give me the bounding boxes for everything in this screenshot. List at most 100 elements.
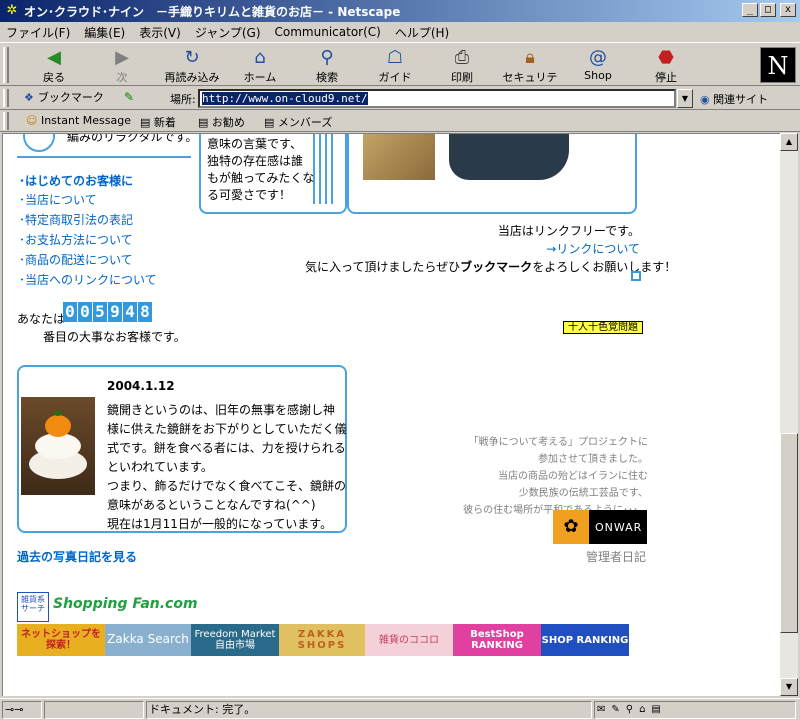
personal-grip[interactable]: [3, 112, 9, 130]
product-image-box: [347, 134, 637, 214]
visitor-label: あなたは: [17, 312, 66, 326]
scroll-down-button[interactable]: ▼: [780, 678, 798, 696]
freedom-market-banner[interactable]: Freedom Market 自由市場: [191, 624, 279, 656]
kilim-swatch-image: [363, 134, 435, 180]
page-icon: ▤: [198, 116, 209, 129]
menu-go[interactable]: ジャンプ(G): [195, 24, 261, 41]
forward-arrow-icon: ▶: [115, 47, 129, 68]
component-bar[interactable]: ✉✎⚲⌂▤: [594, 701, 796, 719]
personal-toolbar: ☺ Instant Message ▤ 新着 ▤ お勧め ▤ メンバーズ: [0, 110, 800, 132]
nav-link-about[interactable]: ･当店について: [19, 190, 157, 210]
location-toolbar: ❖ ブックマーク ✎ 場所: http://www.on-cloud9.net/…: [0, 86, 800, 110]
bookmark-icon: ❖: [24, 91, 34, 104]
kagami-mochi-photo: [21, 397, 95, 495]
zakka-kokoro-banner[interactable]: 雑貨のココロ: [365, 624, 453, 656]
visitor-suffix: 番目の大事なお客様です。: [43, 330, 186, 344]
url-input[interactable]: http://www.on-cloud9.net/: [198, 89, 676, 108]
admin-diary-link[interactable]: 管理者日記: [586, 548, 646, 565]
zakka-search-banner[interactable]: 雑貨系サーチ: [17, 592, 49, 622]
page-icon: ▤: [140, 116, 151, 129]
intro-text: 編みのリラクタルです。: [67, 133, 198, 144]
diary-text: 鏡開きというのは、旧年の無事を感謝し神 様に供えた鏡餅をお下がりとしていただく儀…: [107, 403, 347, 531]
banner-row: ネットショップを探索！ Zakka Search Freedom Market …: [17, 624, 629, 656]
maximize-button[interactable]: □: [760, 3, 776, 17]
shop-ranking-banner[interactable]: SHOP RANKING: [541, 624, 629, 656]
back-button[interactable]: ◀ 戻る: [24, 47, 84, 85]
title-bar: ✲ オン･クラウド･ナイン －手織りキリムと雑貨のお店－ - Netscape …: [0, 0, 800, 22]
navigation-toolbar: ◀ 戻る ▶ 次 ↻ 再読み込み ⌂ ホーム ⚲ 検索 ☖ ガイド ⎙ 印刷 🔒…: [0, 42, 800, 100]
nav-link-linking[interactable]: ･当店へのリンクについて: [19, 270, 157, 290]
toolbar-grip[interactable]: [3, 47, 9, 83]
menu-bar: ファイル(F) 編集(E) 表示(V) ジャンプ(G) Communicator…: [0, 22, 800, 42]
photo-diary-box: 2004.1.12 鏡開きというのは、旧年の無事を感謝し神 様に供えた鏡餅をお下…: [17, 365, 347, 533]
description-text: 意味の言葉です、 独特の存在感は誰 もが触ってみたくな る可愛さです！: [207, 137, 315, 202]
shop-button[interactable]: @ Shop: [568, 47, 628, 85]
close-button[interactable]: x: [780, 3, 796, 17]
menu-help[interactable]: ヘルプ(H): [395, 24, 449, 41]
security-button[interactable]: 🔒︎ セキュリティ: [500, 47, 560, 100]
bag-image: [449, 134, 569, 180]
minimize-button[interactable]: _: [742, 3, 758, 17]
onwar-banner[interactable]: ✿ ONWAR: [553, 510, 647, 544]
url-dropdown-button[interactable]: ▼: [677, 89, 693, 108]
stop-button[interactable]: ⬣ 停止: [636, 47, 696, 85]
related-sites-button[interactable]: ◉ 関連サイト: [700, 91, 768, 107]
lock-icon: 🔒︎: [525, 47, 535, 68]
printer-icon: ⎙: [454, 47, 470, 68]
nav-link-shipping[interactable]: ･商品の配送について: [19, 250, 157, 270]
vertical-scrollbar[interactable]: ▲ ▼: [780, 133, 798, 696]
onwar-text: 「戦争について考える」プロジェクトに 参加させて頂きました。 当店の商品の殆どは…: [463, 437, 648, 516]
plug-icon: ⊸⊸: [5, 703, 24, 716]
window-controls: _ □ x: [742, 3, 796, 17]
new-button[interactable]: ▤ 新着: [140, 114, 176, 130]
bookmarks-button[interactable]: ❖ ブックマーク: [24, 89, 104, 107]
window-title: オン･クラウド･ナイン －手織りキリムと雑貨のお店－ - Netscape: [24, 4, 401, 19]
netshop-search-banner[interactable]: ネットショップを探索！: [17, 624, 105, 656]
location-grip[interactable]: [3, 89, 9, 107]
guide-icon: ☖: [386, 47, 404, 68]
color-vision-badge[interactable]: 十人十色覚問題: [563, 321, 643, 334]
shopping-fan-banner[interactable]: Shopping Fan.com: [53, 596, 198, 612]
reload-button[interactable]: ↻ 再読み込み: [160, 47, 224, 85]
instant-message-button[interactable]: ☺ Instant Message: [26, 114, 131, 127]
menu-view[interactable]: 表示(V): [139, 24, 181, 41]
first-time-link[interactable]: ･はじめてのお客様に: [19, 172, 133, 189]
menu-file[interactable]: ファイル(F): [6, 24, 70, 41]
page-icon: ▤: [264, 116, 275, 129]
bestshop-ranking-banner[interactable]: BestShop RANKING: [453, 624, 541, 656]
menu-communicator[interactable]: Communicator(C): [275, 25, 381, 39]
home-icon: ⌂: [254, 47, 266, 68]
search-button[interactable]: ⚲ 検索: [297, 47, 357, 85]
guide-button[interactable]: ☖ ガイド: [365, 47, 425, 85]
zakka-search-banner-2[interactable]: Zakka Search: [105, 624, 191, 656]
past-photos-link[interactable]: 過去の写真日記を見る: [17, 548, 137, 565]
scroll-up-button[interactable]: ▲: [780, 133, 798, 151]
reload-icon: ↻: [184, 47, 200, 68]
related-sites-icon: ◉: [700, 93, 710, 106]
left-nav: ･当店について ･特定商取引法の表記 ･お支払方法について ･商品の配送について…: [19, 190, 157, 290]
bookmark-request: 気に入って頂けましたらぜひブックマークをよろしくお願いします！: [305, 260, 677, 274]
search-icon: ⚲: [320, 47, 334, 68]
diary-date: 2004.1.12: [107, 379, 175, 393]
back-arrow-icon: ◀: [47, 47, 61, 68]
scroll-thumb[interactable]: [780, 433, 798, 633]
nav-link-legal[interactable]: ･特定商取引法の表記: [19, 210, 157, 230]
square-icon: [631, 271, 641, 281]
progress-cell: [44, 701, 144, 719]
person-icon: ☺: [26, 114, 38, 127]
visitor-counter: 0 0 5 9 4 8: [63, 302, 152, 322]
nav-link-payment[interactable]: ･お支払方法について: [19, 230, 157, 250]
forward-button[interactable]: ▶ 次: [92, 47, 152, 85]
onwar-emblem-icon: ✿: [553, 510, 589, 544]
members-button[interactable]: ▤ メンバーズ: [264, 114, 332, 130]
status-text: ドキュメント: 完了。: [146, 701, 592, 719]
recommend-button[interactable]: ▤ お勧め: [198, 114, 245, 130]
zakka-shops-banner[interactable]: ZAKKA SHOPS: [279, 624, 365, 656]
about-linking-link[interactable]: →リンクについて: [546, 240, 640, 257]
netscape-logo[interactable]: N: [760, 47, 796, 83]
page-proxy-icon[interactable]: ✎: [124, 90, 134, 104]
print-button[interactable]: ⎙ 印刷: [432, 47, 492, 85]
menu-edit[interactable]: 編集(E): [84, 24, 125, 41]
connection-indicator: ⊸⊸: [2, 701, 42, 719]
home-button[interactable]: ⌂ ホーム: [230, 47, 290, 85]
